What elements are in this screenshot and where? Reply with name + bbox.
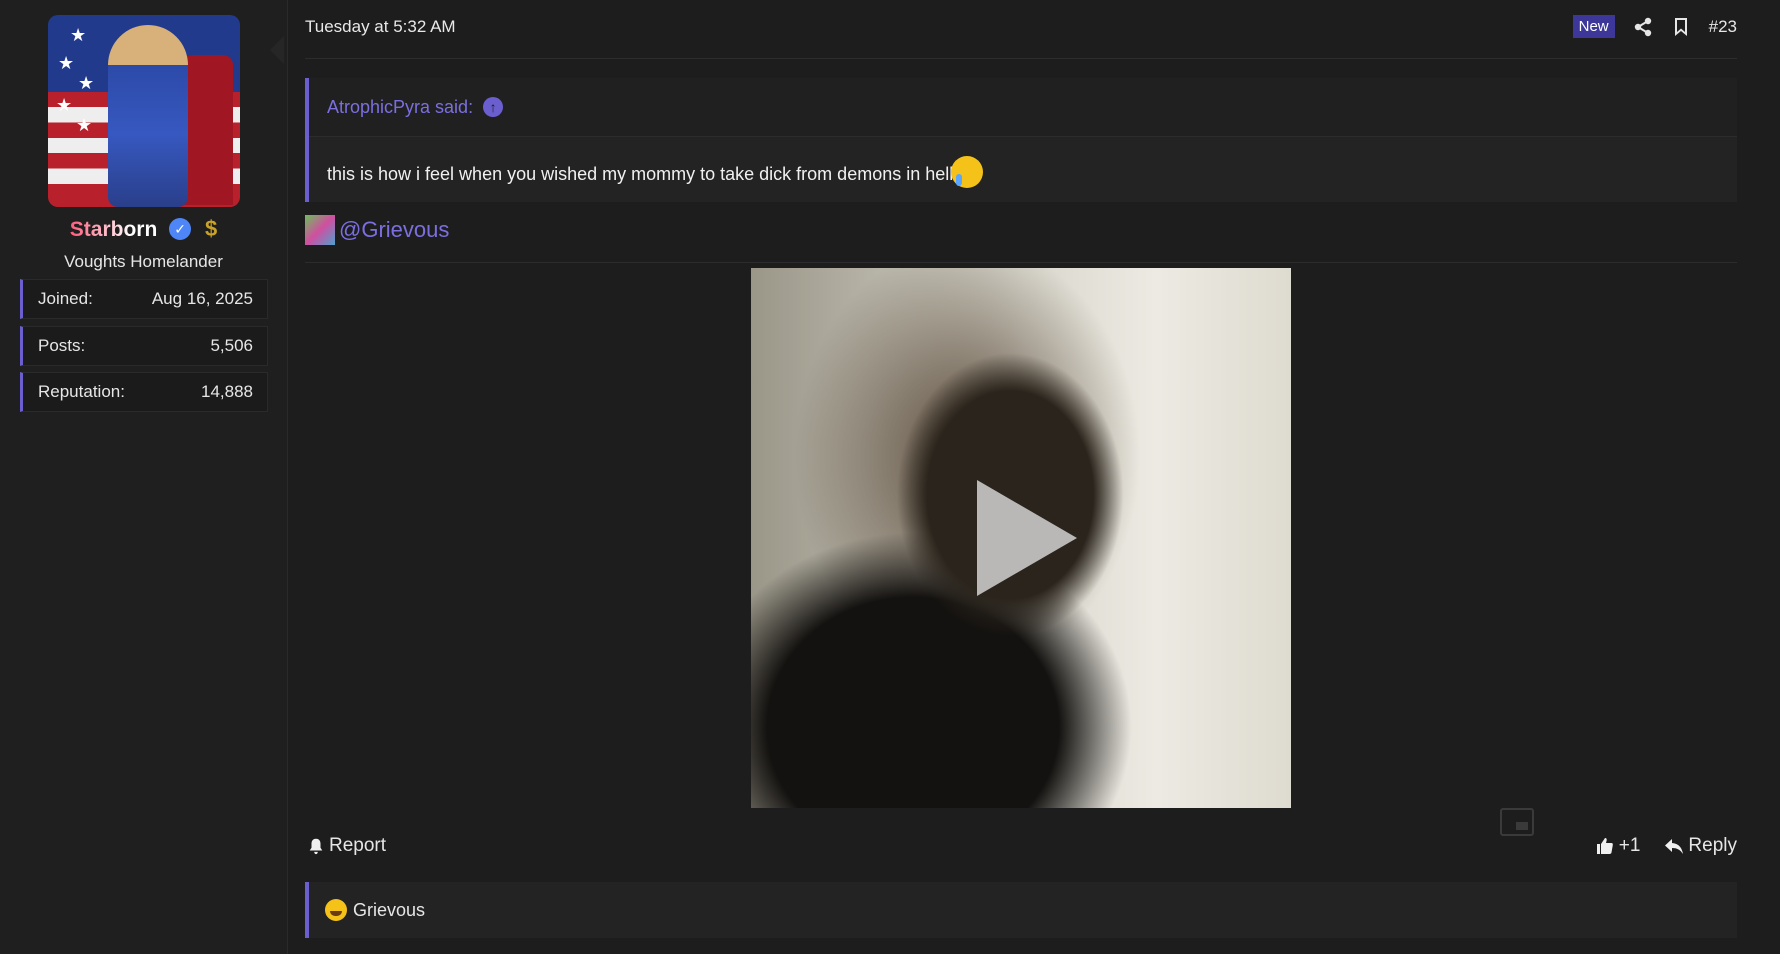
star-icon: ★ [58,53,75,73]
reactions-bar[interactable]: Grievous [305,882,1737,938]
dollar-icon: $ [204,216,218,241]
star-icon: ★ [70,25,87,45]
post-header: Tuesday at 5:32 AM New #23 [305,0,1737,59]
stat-joined: Joined: Aug 16, 2025 [20,279,268,319]
bell-icon [309,838,323,855]
quote-block: AtrophicPyra said: ↑ this is how i feel … [305,78,1737,202]
username[interactable]: Starborn [70,218,158,241]
play-icon[interactable] [977,480,1077,596]
user-title: Voughts Homelander [64,252,223,271]
user-panel: ★ ★ ★ ★ ★ Starborn ✓ $ Voughts Homelande… [0,0,288,954]
bookmark-icon[interactable] [1671,17,1691,37]
arrow-up-icon[interactable]: ↑ [483,97,504,117]
post-header-actions: New #23 [1572,15,1737,38]
post-actions: Report +1 Reply [305,832,1737,864]
video-player[interactable] [751,268,1291,808]
report-button[interactable]: Report [307,835,386,857]
star-icon: ★ [76,115,93,135]
avatar-figure [108,25,188,207]
like-button[interactable]: +1 [1595,835,1641,857]
post-actions-right: +1 Reply [1595,835,1737,857]
report-label: Report [329,835,387,856]
quote-body: this is how i feel when you wished my mo… [327,156,984,188]
stat-label: Joined: [38,289,93,308]
mention-row: @Grievous [305,214,449,246]
crying-emoji-icon [951,156,984,188]
star-icon: ★ [56,95,73,115]
thumbs-up-icon [1596,838,1613,854]
quote-text: this is how i feel when you wished my mo… [327,164,954,184]
stat-value: 14,888 [201,382,253,401]
user-avatar[interactable]: ★ ★ ★ ★ ★ [48,15,240,207]
username-row: Starborn ✓ $ [0,216,287,242]
star-icon: ★ [78,73,95,93]
stat-reputation: Reputation: 14,888 [20,372,268,412]
reaction-user[interactable]: Grievous [353,900,425,921]
reply-button[interactable]: Reply [1664,835,1737,857]
mention-avatar[interactable] [305,215,335,245]
post-number[interactable]: #23 [1709,17,1737,37]
new-badge: New [1572,15,1615,38]
divider [305,262,1737,263]
reply-icon [1665,839,1684,854]
stat-posts: Posts: 5,506 [20,326,268,366]
quote-header: AtrophicPyra said: ↑ [309,78,1737,137]
laughing-emoji-icon [325,899,347,921]
stat-value: Aug 16, 2025 [151,289,253,308]
post: Tuesday at 5:32 AM New #23 AtrophicPyra … [305,0,1737,954]
panel-arrow [270,36,284,64]
stat-value[interactable]: 5,506 [210,336,253,356]
stat-label: Reputation: [38,382,125,401]
stat-label: Posts: [38,336,86,355]
share-icon[interactable] [1633,17,1653,37]
verified-badge-icon: ✓ [169,218,192,240]
reply-label: Reply [1688,835,1737,856]
like-count: +1 [1618,835,1641,856]
quote-author[interactable]: AtrophicPyra said: [327,97,473,118]
post-date[interactable]: Tuesday at 5:32 AM [305,17,456,37]
mention-link[interactable]: @Grievous [339,217,449,243]
